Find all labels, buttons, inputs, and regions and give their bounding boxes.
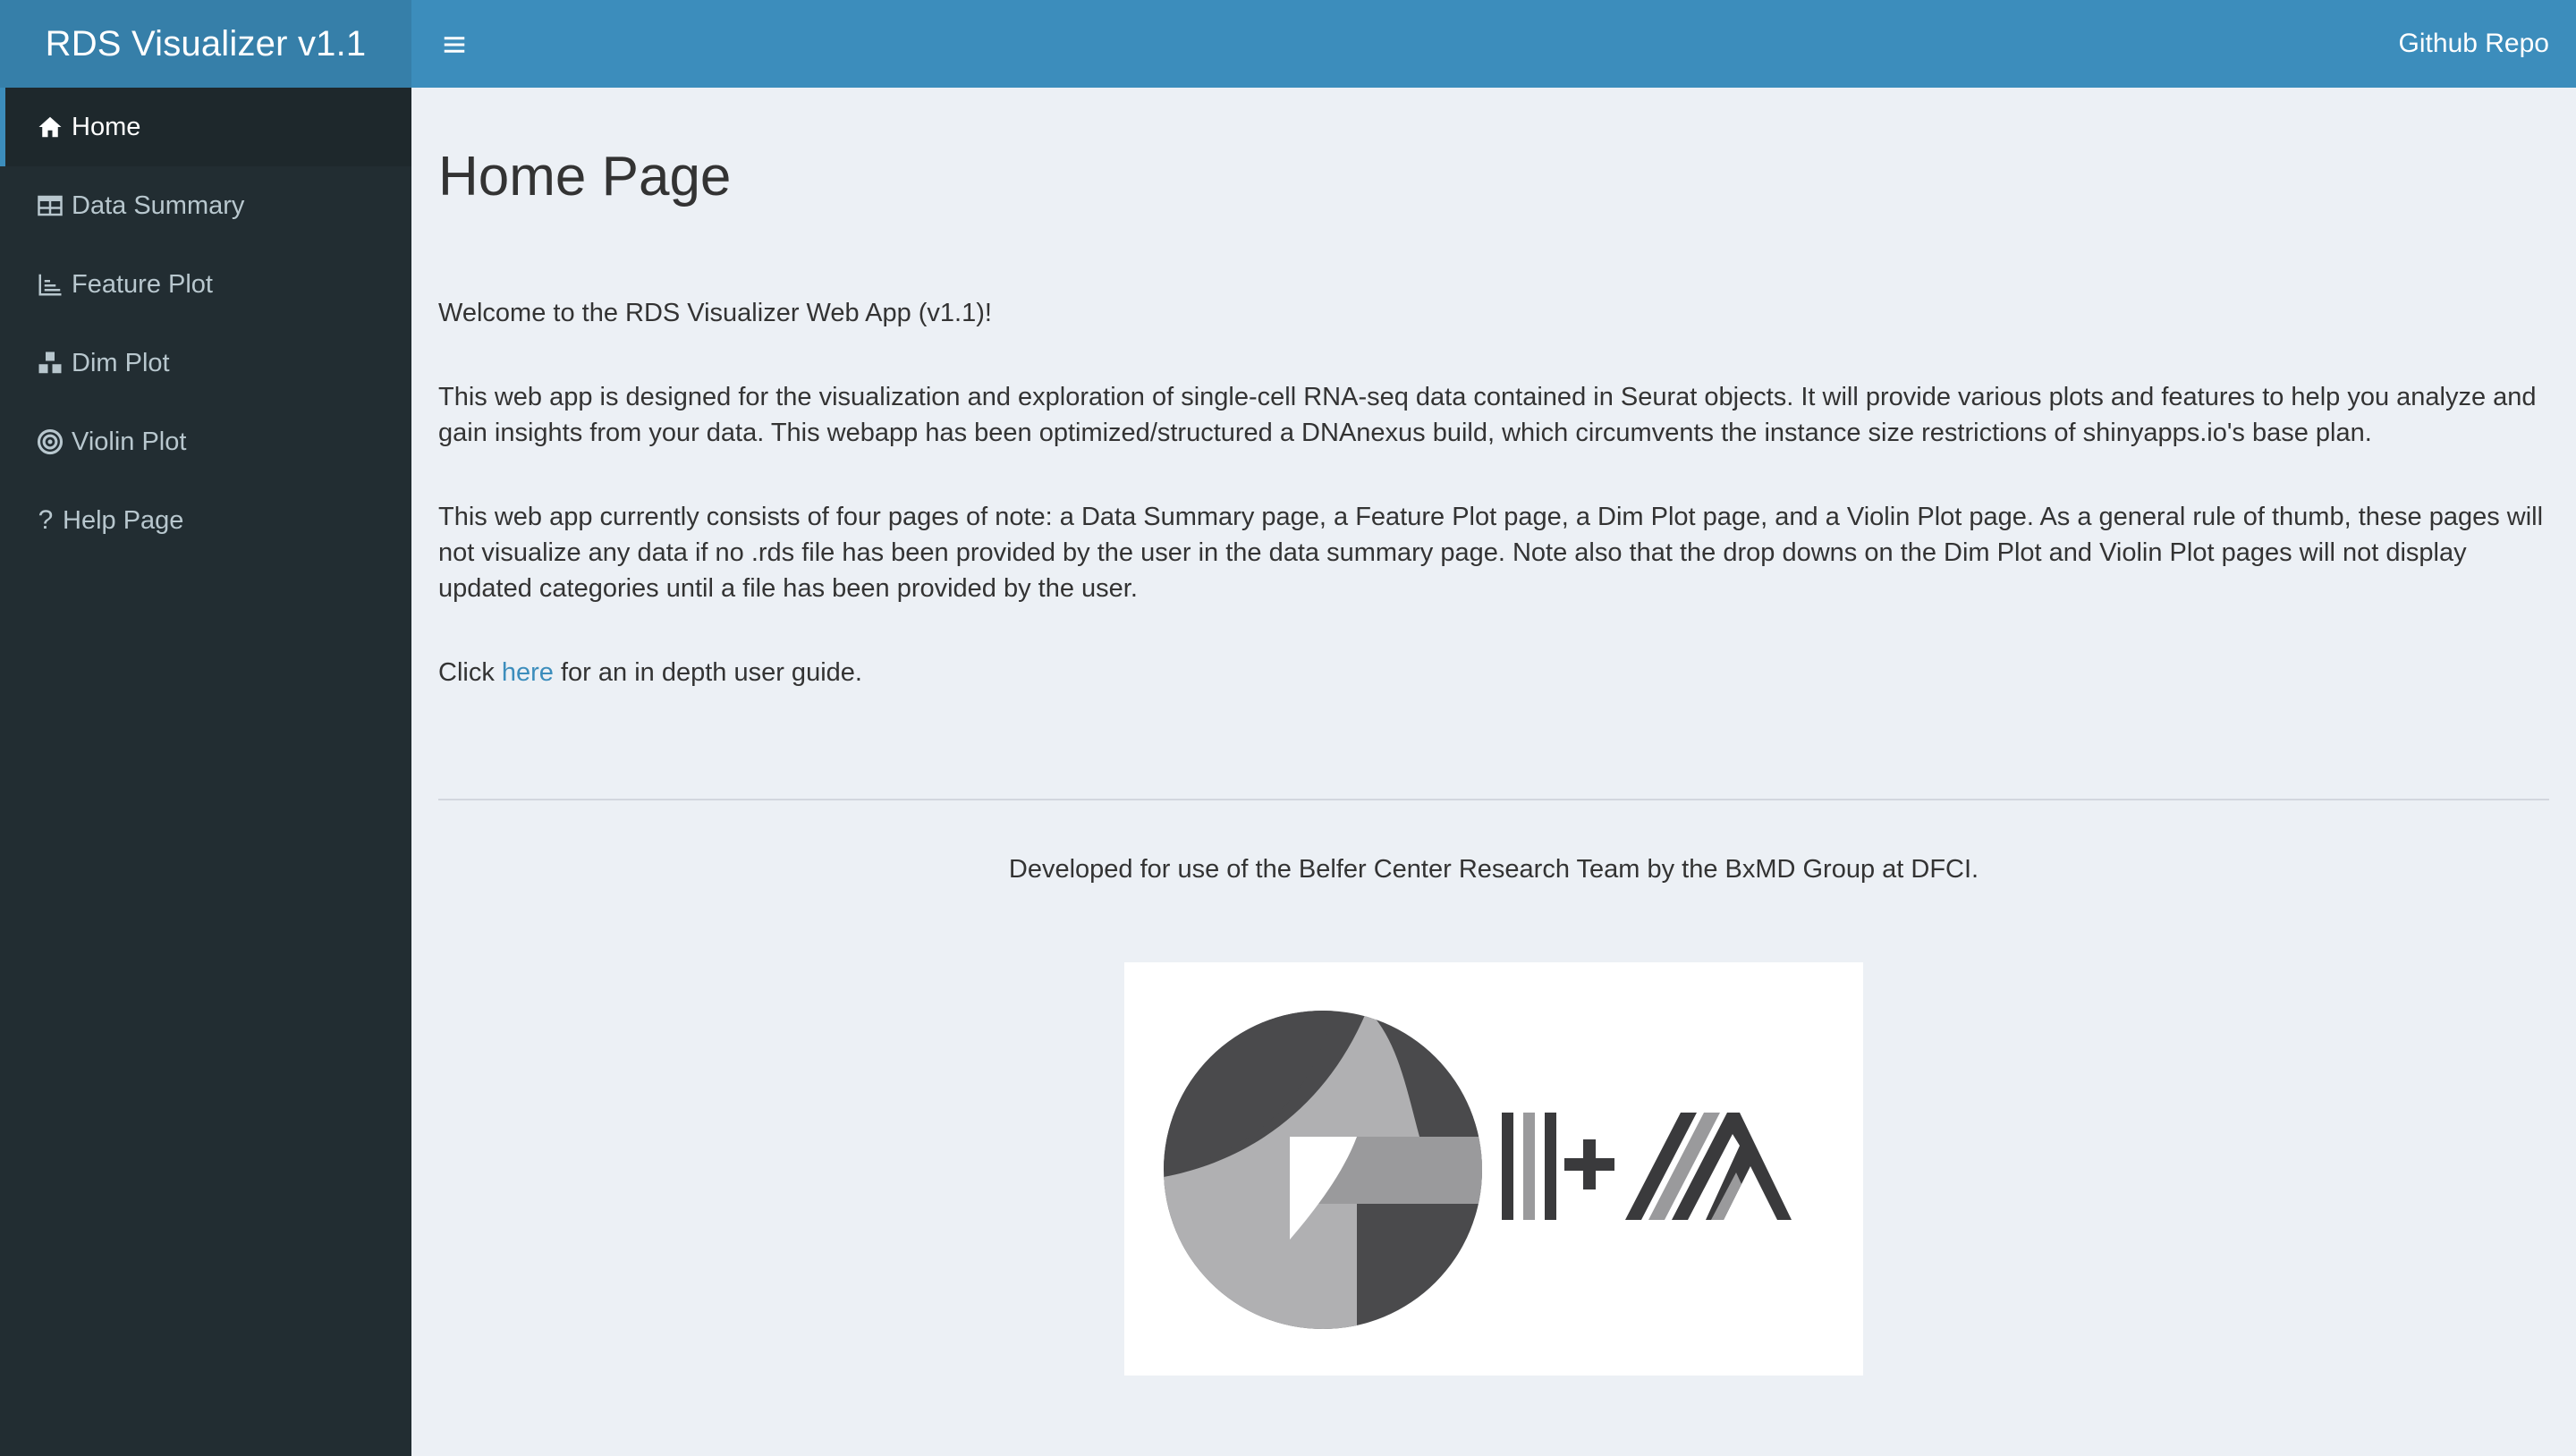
intro-paragraph: This web app is designed for the visuali… xyxy=(438,383,2537,447)
cubes-icon xyxy=(36,349,64,377)
credit-text: Developed for use of the Belfer Center R… xyxy=(1008,855,1979,884)
sidebar-item-home[interactable]: Home xyxy=(0,88,411,166)
home-text: Welcome to the RDS Visualizer Web App (v… xyxy=(438,295,2549,744)
sidebar-item-violin-plot[interactable]: Violin Plot xyxy=(0,402,411,481)
sidebar-item-label: Dim Plot xyxy=(72,348,170,377)
app-title[interactable]: RDS Visualizer v1.1 xyxy=(0,0,411,88)
sidebar-item-help-page[interactable]: ? Help Page xyxy=(0,481,411,560)
sidebar-item-label: Data Summary xyxy=(72,190,245,220)
page-title: Home Page xyxy=(438,146,732,207)
sidebar-item-dim-plot[interactable]: Dim Plot xyxy=(0,324,411,402)
hamburger-icon[interactable] xyxy=(436,27,472,63)
welcome-text: Welcome to the RDS Visualizer Web App (v… xyxy=(438,299,992,327)
sidebar-item-label: Help Page xyxy=(63,505,184,535)
sidebar-item-label: Violin Plot xyxy=(72,427,187,456)
bullseye-icon xyxy=(36,427,64,456)
sidebar-item-data-summary[interactable]: Data Summary xyxy=(0,166,411,245)
user-guide-line: Click here for an in depth user guide. xyxy=(438,655,2549,690)
pages-note-paragraph: This web app currently consists of four … xyxy=(438,503,2544,603)
organization-logo xyxy=(1124,962,1863,1376)
sidebar-item-label: Home xyxy=(72,112,141,141)
user-guide-link[interactable]: here xyxy=(502,658,554,687)
home-icon xyxy=(36,113,64,141)
sidebar-item-label: Feature Plot xyxy=(72,269,213,299)
line-chart-icon xyxy=(36,270,64,299)
sidebar: Home Data Summary Feature Plot Dim Plot … xyxy=(0,88,411,1456)
divider xyxy=(438,799,2549,800)
top-navbar: Github Repo xyxy=(411,0,2576,88)
guide-suffix: for an in depth user guide. xyxy=(553,658,862,687)
question-icon: ? xyxy=(38,505,54,535)
guide-prefix: Click xyxy=(438,658,502,687)
logo-graphic xyxy=(1164,1011,1792,1329)
sidebar-item-feature-plot[interactable]: Feature Plot xyxy=(0,245,411,324)
github-repo-link[interactable]: Github Repo xyxy=(2399,0,2549,88)
table-icon xyxy=(36,191,64,220)
main-content: Home Page Welcome to the RDS Visualizer … xyxy=(411,88,2576,1456)
